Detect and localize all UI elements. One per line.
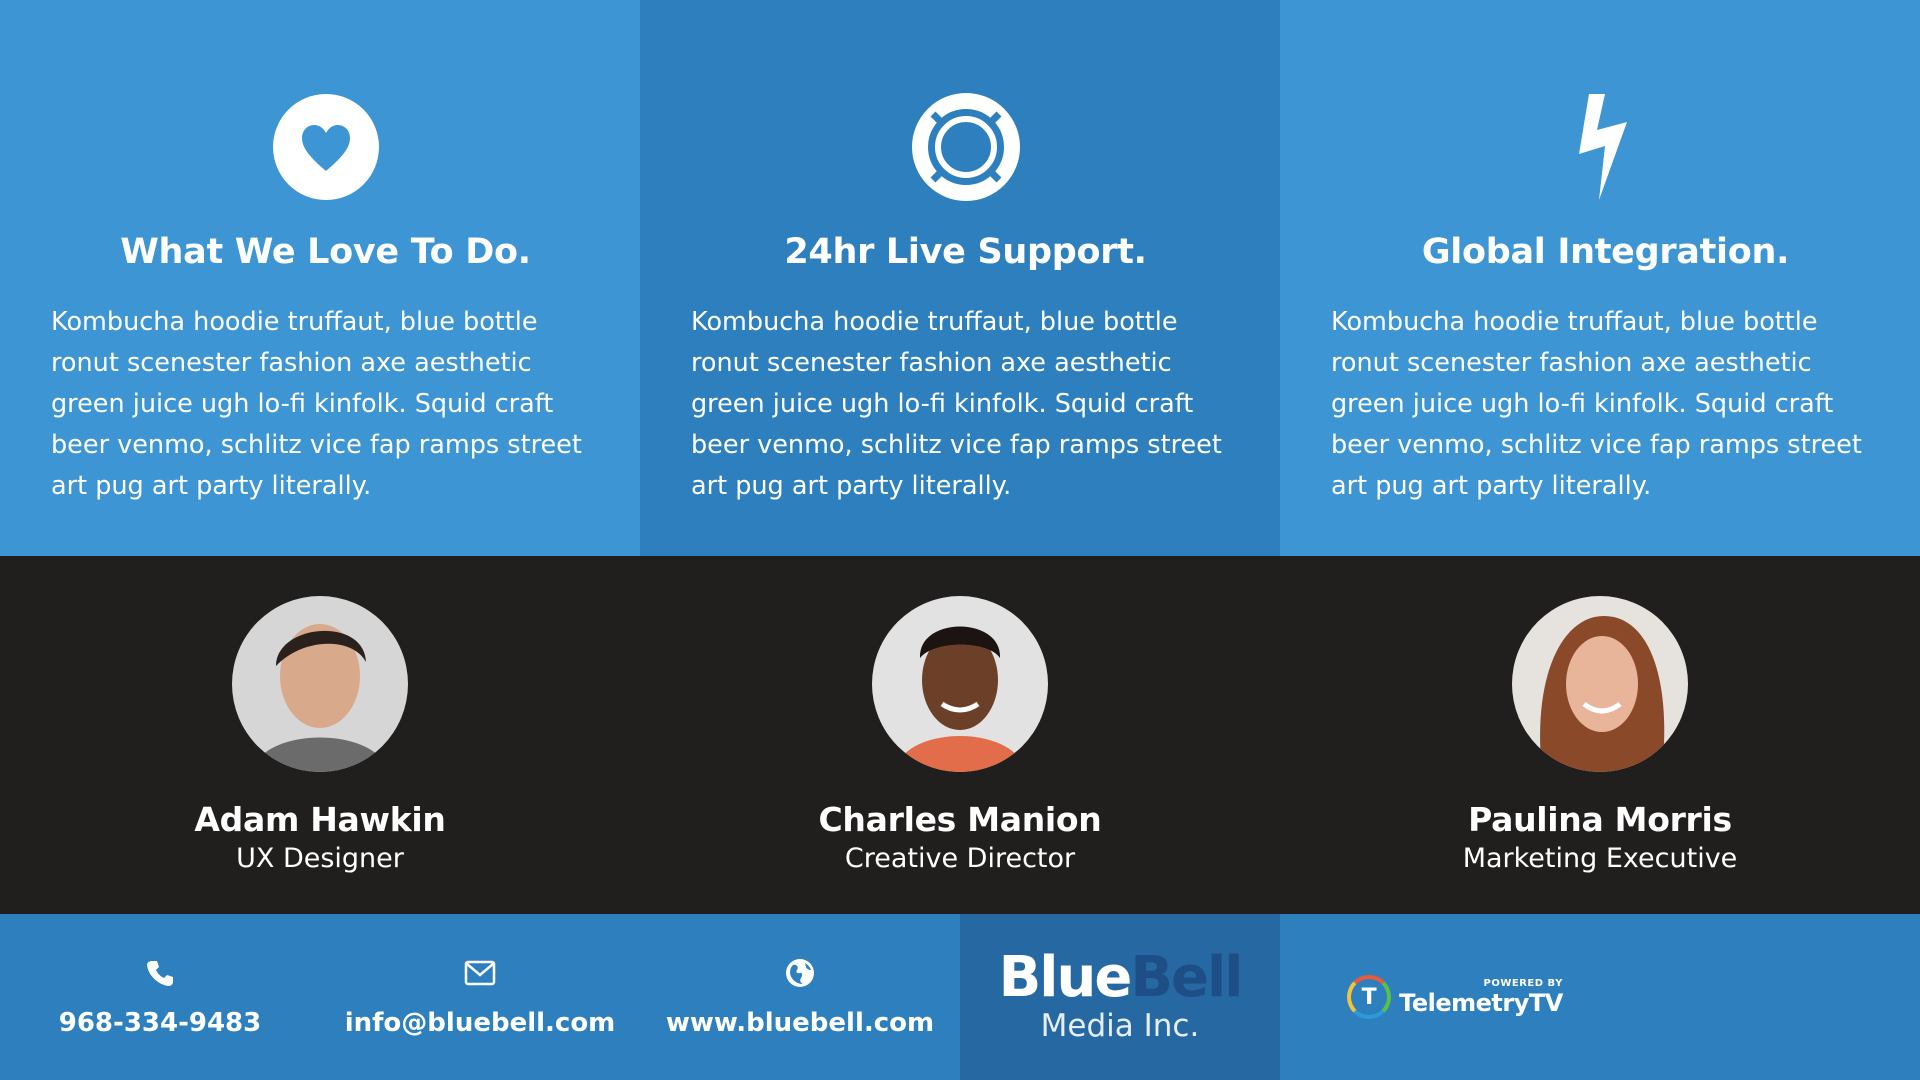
features-section: What We Love To Do. Kombucha hoodie truf… (0, 0, 1920, 556)
lightning-bolt-icon (1551, 92, 1661, 202)
member-name: Adam Hawkin (194, 800, 446, 839)
feature-title: Global Integration. (1421, 232, 1790, 272)
envelope-icon (320, 956, 640, 990)
phone-icon (0, 956, 320, 990)
member-role: UX Designer (236, 843, 404, 874)
contact-website: www.bluebell.com (640, 914, 960, 1080)
feature-title: What We Love To Do. (120, 232, 531, 272)
member-name: Paulina Morris (1468, 800, 1732, 839)
feature-body: Kombucha hoodie truffaut, blue bottle ro… (51, 307, 582, 501)
feature-card-support: 24hr Live Support. Kombucha hoodie truff… (640, 0, 1280, 556)
feature-card-global: Global Integration. Kombucha hoodie truf… (1280, 0, 1920, 556)
contact-phone: 968-334-9483 (0, 914, 320, 1080)
globe-icon (640, 956, 960, 990)
team-member: Charles Manion Creative Director (640, 556, 1280, 914)
feature-title: 24hr Live Support. (784, 232, 1147, 272)
brand-part2: Bell (1130, 945, 1243, 1010)
telemetrytv-logo-icon: T (1347, 975, 1392, 1019)
contact-email: info@bluebell.com (320, 914, 640, 1080)
feature-card-love: What We Love To Do. Kombucha hoodie truf… (0, 0, 640, 556)
team-member: Adam Hawkin UX Designer (0, 556, 640, 914)
avatar (1512, 596, 1688, 772)
brand-wordmark: BlueBell (960, 950, 1280, 1006)
phone-number[interactable]: 968-334-9483 (0, 1008, 320, 1038)
member-role: Creative Director (844, 843, 1076, 874)
lifebuoy-icon (911, 92, 1021, 202)
feature-body: Kombucha hoodie truffaut, blue bottle ro… (691, 307, 1222, 501)
powered-by-label: POWERED BY (1483, 977, 1563, 989)
member-role: Marketing Executive (1462, 843, 1738, 874)
powered-by-name: TelemetryTV (1399, 988, 1563, 1017)
brand-logo: BlueBell Media Inc. (960, 914, 1280, 1080)
avatar (872, 596, 1048, 772)
website-url[interactable]: www.bluebell.com (640, 1008, 960, 1038)
feature-body: Kombucha hoodie truffaut, blue bottle ro… (1331, 307, 1862, 501)
member-name: Charles Manion (818, 800, 1102, 839)
avatar (232, 596, 408, 772)
footer: 968-334-9483 info@bluebell.com www.blueb… (0, 914, 1920, 1080)
team-section: Adam Hawkin UX Designer Charles Manion C… (0, 556, 1920, 914)
powered-by-badge: T POWERED BY TelemetryTV (1280, 914, 1600, 1080)
heart-circle-icon (271, 92, 381, 202)
team-member: Paulina Morris Marketing Executive (1280, 556, 1920, 914)
brand-subtitle: Media Inc. (1040, 1008, 1200, 1044)
brand-part1: Blue (998, 945, 1133, 1010)
email-address[interactable]: info@bluebell.com (320, 1008, 640, 1038)
